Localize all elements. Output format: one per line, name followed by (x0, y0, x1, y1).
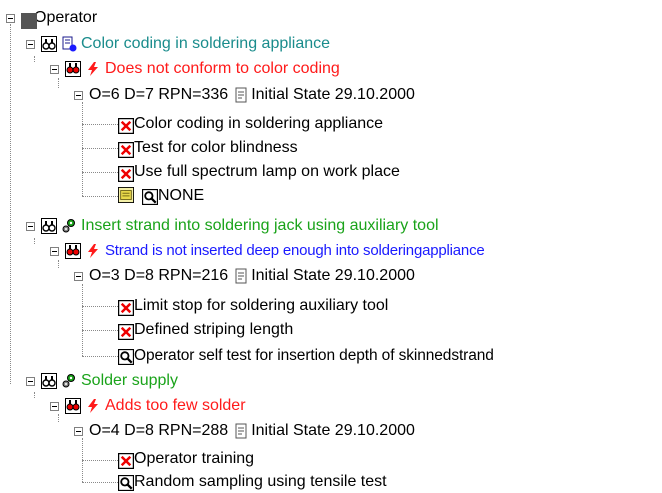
tree-node-rating[interactable]: O=3 D=8 RPN=216 Initial State 29.10.2000 (74, 265, 415, 287)
failure-label: Does not conform to color coding (105, 60, 340, 77)
tree-guide-line (82, 102, 83, 196)
collapse-toggle[interactable] (26, 376, 35, 386)
tree-node-measure[interactable]: Random sampling using tensile test (118, 471, 387, 493)
tree-connector (82, 460, 118, 461)
square-node-icon (21, 13, 37, 29)
detection-magnifier-icon (118, 349, 134, 365)
state-document-icon (233, 87, 249, 103)
tree-node-measure[interactable]: Color coding in soldering appliance (118, 113, 383, 135)
measure-label: NONE (158, 187, 205, 204)
tree-node-measure[interactable]: Use full spectrum lamp on work place (118, 161, 400, 183)
binoculars-icon (41, 36, 57, 52)
measure-label: Random sampling using tensile test (134, 473, 387, 490)
collapse-toggle[interactable] (26, 39, 35, 49)
collapse-toggle[interactable] (50, 64, 59, 74)
measure-label: Color coding in soldering appliance (134, 115, 384, 132)
gear-pair-icon (61, 373, 77, 389)
tree-node-function[interactable]: Solder supply (26, 370, 178, 392)
prevention-x-icon (118, 452, 134, 469)
collapse-toggle[interactable] (50, 246, 59, 256)
collapse-toggle[interactable] (6, 13, 15, 23)
measure-label: Operator self test for insertion depth o… (134, 347, 494, 364)
tree-connector (82, 172, 118, 173)
tree-guide-line (10, 24, 11, 384)
function-label: Color coding in soldering appliance (81, 35, 331, 52)
tree-guide-line (34, 392, 35, 398)
tree-node-rating[interactable]: O=6 D=7 RPN=336 Initial State 29.10.2000 (74, 84, 415, 106)
tree-connector (82, 330, 118, 331)
tree-connector (82, 124, 118, 125)
tree-connector (82, 356, 118, 357)
failure-label: Strand is not inserted deep enough into … (105, 242, 485, 259)
failure-bug-icon (65, 398, 81, 414)
prevention-x-icon (118, 299, 134, 316)
tree-node-measure[interactable]: Defined striping length (118, 319, 293, 341)
tree-node-measure[interactable]: Operator self test for insertion depth o… (118, 345, 494, 367)
lightning-icon (85, 61, 101, 77)
binoculars-icon (41, 373, 57, 389)
measure-label: Limit stop for soldering auxiliary tool (134, 297, 389, 314)
node-label: Operator (34, 9, 98, 26)
note-icon (118, 187, 136, 205)
prevention-x-icon (118, 323, 134, 340)
lightning-icon (85, 398, 101, 414)
collapse-toggle[interactable] (74, 90, 83, 100)
function-label: Insert strand into soldering jack using … (81, 217, 439, 234)
rating-label: O=6 D=7 RPN=336 (89, 86, 229, 103)
tree-node-measure[interactable]: Test for color blindness (118, 137, 298, 159)
tree-guide-line (34, 238, 35, 244)
state-document-icon (233, 268, 249, 284)
binoculars-icon (41, 218, 57, 234)
detection-magnifier-icon (118, 475, 134, 491)
tree-node-measure[interactable]: NONE (118, 185, 204, 207)
tree-guide-line (82, 284, 83, 356)
state-label: Initial State 29.10.2000 (251, 267, 415, 284)
tree-connector (82, 482, 118, 483)
tree-node-failure[interactable]: Does not conform to color coding (50, 58, 340, 80)
collapse-toggle[interactable] (50, 401, 59, 411)
tree-node-root[interactable]: Operator (6, 7, 97, 29)
prevention-x-icon (118, 165, 134, 182)
rating-label: O=3 D=8 RPN=216 (89, 267, 229, 284)
measure-label: Use full spectrum lamp on work place (134, 163, 400, 180)
tree-node-failure[interactable]: Adds too few solder (50, 395, 246, 417)
rating-label: O=4 D=8 RPN=288 (89, 422, 229, 439)
measure-label: Test for color blindness (134, 139, 298, 156)
tree-connector (82, 148, 118, 149)
collapse-toggle[interactable] (74, 426, 83, 436)
fmea-tree-view[interactable]: Operator Color coding in soldering appli… (0, 0, 662, 493)
measure-label: Operator training (134, 450, 255, 467)
tree-node-rating[interactable]: O=4 D=8 RPN=288 Initial State 29.10.2000 (74, 420, 415, 442)
state-label: Initial State 29.10.2000 (251, 422, 415, 439)
state-document-icon (233, 423, 249, 439)
tree-guide-line (34, 56, 35, 62)
failure-bug-icon (65, 243, 81, 259)
function-label: Solder supply (81, 372, 178, 389)
gear-pair-icon (61, 218, 77, 234)
prevention-x-icon (118, 141, 134, 158)
tree-node-measure[interactable]: Operator training (118, 448, 254, 470)
measure-label: Defined striping length (134, 321, 294, 338)
document-arrow-icon (61, 36, 77, 52)
failure-label: Adds too few solder (105, 397, 246, 414)
tree-node-measure[interactable]: Limit stop for soldering auxiliary tool (118, 295, 388, 317)
failure-bug-icon (65, 61, 81, 77)
tree-connector (82, 306, 118, 307)
tree-node-function[interactable]: Insert strand into soldering jack using … (26, 215, 439, 237)
lightning-icon (85, 243, 101, 259)
state-label: Initial State 29.10.2000 (251, 86, 415, 103)
tree-connector (82, 196, 118, 197)
tree-node-failure[interactable]: Strand is not inserted deep enough into … (50, 240, 485, 262)
collapse-toggle[interactable] (74, 271, 83, 281)
prevention-x-icon (118, 117, 134, 134)
tree-node-function[interactable]: Color coding in soldering appliance (26, 33, 330, 55)
collapse-toggle[interactable] (26, 221, 35, 231)
detection-magnifier-icon (142, 189, 158, 205)
